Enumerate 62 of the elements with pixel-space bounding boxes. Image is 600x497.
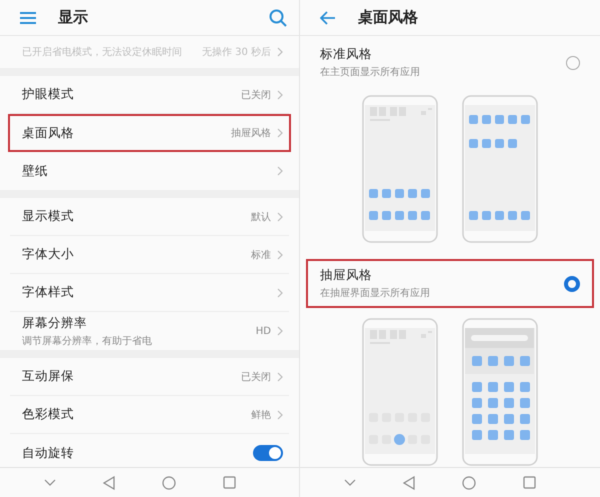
recents-icon[interactable] [523, 476, 536, 489]
chevron-down-icon[interactable] [44, 479, 56, 486]
row-value: 鲜艳 [251, 408, 271, 422]
chevron-icon [277, 410, 283, 420]
option-label: 抽屉风格 [320, 267, 373, 284]
search-icon[interactable] [269, 8, 287, 26]
option-subtitle: 在主页面显示所有应用 [320, 66, 421, 79]
row-label: 屏幕分辨率 [22, 314, 88, 332]
option-label: 标准风格 [320, 46, 373, 63]
row-value: HD [256, 326, 271, 336]
settings-row[interactable]: 显示模式 默认 [10, 198, 289, 236]
settings-row[interactable]: 护眼模式 已关闭 [10, 76, 289, 114]
row-value: 已关闭 [241, 88, 271, 102]
settings-row[interactable]: 壁纸 [10, 152, 289, 190]
chevron-icon [277, 128, 283, 138]
chevron-down-icon[interactable] [344, 479, 356, 486]
toggle-switch[interactable] [253, 445, 283, 461]
home-icon[interactable] [462, 476, 476, 490]
chevron-icon [277, 166, 283, 176]
back-icon[interactable] [102, 476, 114, 490]
option-subtitle: 在抽屉界面显示所有应用 [320, 286, 431, 300]
chevron-icon [277, 90, 283, 100]
recents-icon[interactable] [222, 476, 236, 489]
settings-row[interactable]: 屏幕分辨率 调节屏幕分辨率，有助于省电 HD [10, 312, 289, 350]
back-arrow-icon[interactable] [320, 10, 336, 24]
menu-icon[interactable] [20, 12, 36, 24]
row-value: 标准 [251, 248, 271, 262]
settings-row[interactable]: 互动屏保 已关闭 [10, 358, 289, 396]
chevron-icon [277, 372, 283, 382]
back-icon[interactable] [402, 476, 415, 490]
style-option[interactable]: 抽屉风格 在抽屉界面显示所有应用 [306, 259, 594, 308]
row-label: 壁纸 [22, 162, 49, 180]
screen-title: 显示 [58, 8, 88, 27]
row-value: 已关闭 [241, 370, 271, 384]
settings-row[interactable]: 桌面风格 抽屉风格 [8, 114, 291, 152]
settings-row[interactable]: 色彩模式 鲜艳 [10, 396, 289, 434]
note-text: 已开启省电模式，无法设定休眠时间 [22, 46, 183, 59]
row-label: 互动屏保 [22, 368, 75, 385]
row-label: 护眼模式 [22, 86, 75, 103]
row-label: 显示模式 [22, 208, 75, 225]
row-value: 默认 [251, 210, 271, 224]
style-option[interactable]: 标准风格 在主页面显示所有应用 [306, 40, 594, 85]
chevron-icon [277, 288, 283, 298]
chevron-icon [277, 326, 283, 336]
radio-button[interactable] [566, 56, 580, 70]
row-label: 字体大小 [22, 246, 75, 263]
row-value: 无操作 30 秒后 [202, 46, 271, 59]
settings-row[interactable]: 自动旋转 [10, 434, 289, 467]
row-label: 色彩模式 [22, 406, 75, 423]
screen-title: 桌面风格 [358, 8, 418, 27]
settings-row[interactable]: 字体样式 [10, 274, 289, 312]
row-label: 桌面风格 [22, 124, 75, 142]
home-icon[interactable] [162, 476, 176, 490]
row-value: 抽屉风格 [231, 126, 271, 140]
chevron-icon [277, 250, 283, 260]
chevron-icon [277, 47, 283, 57]
row-subtitle: 调节屏幕分辨率，有助于省电 [22, 334, 153, 348]
chevron-icon [277, 212, 283, 222]
settings-row[interactable]: 字体大小 标准 [10, 236, 289, 274]
row-label: 自动旋转 [22, 444, 75, 462]
row-label: 字体样式 [22, 284, 75, 301]
radio-button[interactable] [564, 276, 580, 292]
